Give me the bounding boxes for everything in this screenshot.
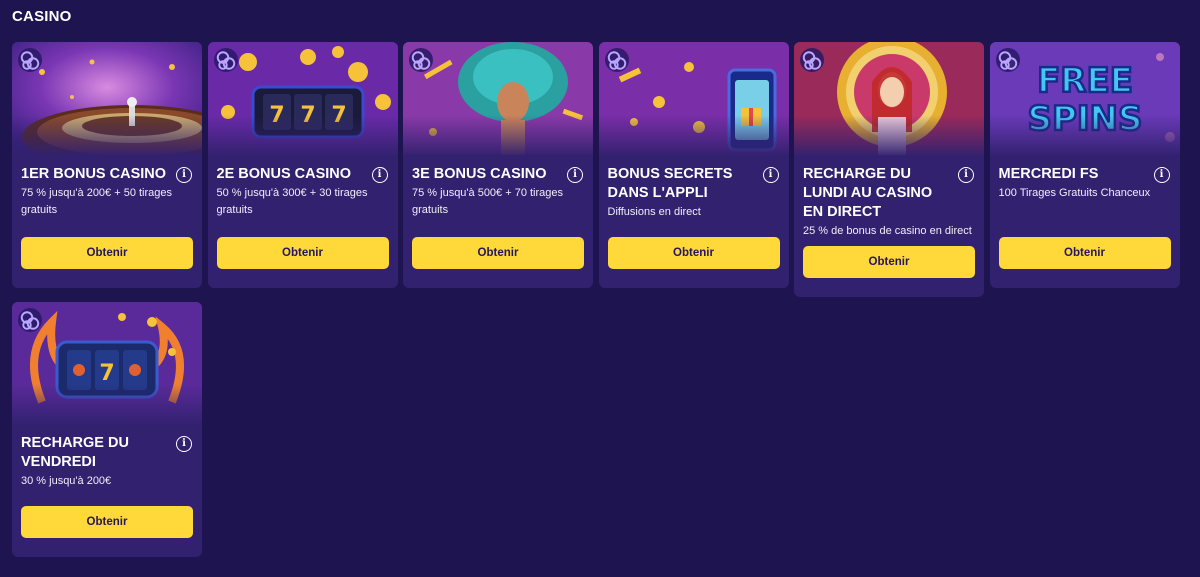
provider-logo-icon [18,48,42,72]
promo-card-3e-bonus-casino[interactable]: 3E BONUS CASINO i 75 % jusqu'à 500€ + 70… [403,42,593,288]
provider-logo-icon [800,48,824,72]
card-description: 50 % jusqu'à 300€ + 30 tirages gratuits [216,187,368,216]
free-spins-word-free: FREE [1037,61,1133,101]
card-title: 3E BONUS CASINO [412,166,547,182]
info-icon[interactable]: i [1153,167,1170,183]
obtenir-button[interactable]: Obtenir [412,237,584,269]
card-description: 75 % jusqu'à 500€ + 70 tirages gratuits [412,187,564,216]
info-icon[interactable]: i [176,436,192,452]
obtenir-button[interactable]: Obtenir [21,237,193,269]
svg-text:7: 7 [99,361,114,386]
section-title: CASINO [12,8,72,25]
card-title: MERCREDI FS [998,166,1099,182]
promo-card-recharge-lundi[interactable]: RECHARGE DU LUNDI AU CASINO EN DIRECT i … [794,42,984,297]
promo-card-1er-bonus-casino[interactable]: 1ER BONUS CASINO i 75 % jusqu'à 200€ + 5… [12,42,202,288]
promo-card-recharge-vendredi[interactable]: 7 RECHARGE DU VENDREDI i 30 % jusqu'à 20… [12,302,202,557]
card-title: RECHARGE DU VENDREDI [21,435,129,470]
info-icon[interactable]: i [958,167,974,183]
provider-logo-icon [213,48,238,72]
queen-wheel-image [794,42,984,155]
info-icon[interactable]: i [176,167,192,183]
card-title: 2E BONUS CASINO [216,166,352,182]
provider-logo-icon [604,48,629,72]
promo-card-mercredi-fs[interactable]: FREE SPINS MERCREDI FS i 100 Tirages Gra… [989,42,1180,288]
info-icon[interactable]: i [762,167,779,183]
roulette-image [12,42,202,155]
promo-card-2e-bonus-casino[interactable]: 7 7 7 2E BONUS CASINO i 50 % jusqu'à 300… [207,42,398,288]
obtenir-button[interactable]: Obtenir [21,506,193,538]
info-icon[interactable]: i [371,167,388,183]
free-spins-image: FREE SPINS [989,42,1180,155]
card-description: 30 % jusqu'à 200€ [21,475,112,487]
provider-logo-icon [18,308,42,332]
obtenir-button[interactable]: Obtenir [803,246,975,278]
obtenir-button[interactable]: Obtenir [607,237,780,269]
obtenir-button[interactable]: Obtenir [998,237,1171,269]
provider-logo-icon [995,48,1020,72]
card-description: Diffusions en direct [607,206,701,218]
slot-machine-image: 7 7 7 [207,42,398,155]
phone-app-image [598,42,789,155]
carnival-dancer-image [403,42,593,155]
obtenir-button[interactable]: Obtenir [216,237,389,269]
card-title: 1ER BONUS CASINO [21,166,167,182]
info-icon[interactable]: i [567,167,583,183]
card-title: RECHARGE DU LUNDI AU CASINO EN DIRECT [803,166,933,220]
card-description: 25 % de bonus de casino en direct [803,225,972,237]
card-description: 100 Tirages Gratuits Chanceux [998,187,1151,199]
card-title: BONUS SECRETS DANS L'APPLI [607,166,733,201]
card-description: 75 % jusqu'à 200€ + 50 tirages gratuits [21,187,173,216]
promo-grid: 1ER BONUS CASINO i 75 % jusqu'à 200€ + 5… [12,42,1184,557]
fire-slot-image: 7 [12,302,202,424]
promo-card-bonus-secrets[interactable]: BONUS SECRETS DANS L'APPLI i Diffusions … [598,42,789,288]
provider-logo-icon [409,48,433,72]
